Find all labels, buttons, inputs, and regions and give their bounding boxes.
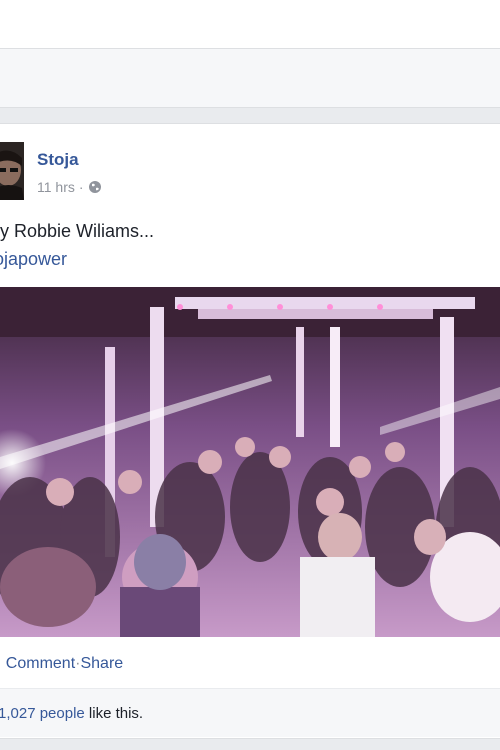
share-link[interactable]: Share xyxy=(80,655,123,672)
top-bar xyxy=(0,0,500,49)
composer-strip xyxy=(0,49,500,108)
post-text: ry Robbie Wiliams... xyxy=(0,221,155,241)
post-meta: 11 hrs · xyxy=(37,179,102,195)
meta-separator: · xyxy=(78,179,84,195)
likes-count-link[interactable]: 1,027 people xyxy=(0,705,85,722)
likes-text: 1,027 people like this. xyxy=(0,705,143,722)
post-hashtag[interactable]: ojapower xyxy=(0,249,67,270)
post-time[interactable]: 11 hrs xyxy=(37,179,75,195)
likes-summary: 1,027 people like this. xyxy=(0,688,500,737)
author-name[interactable]: Stoja xyxy=(37,150,79,170)
author-avatar[interactable] xyxy=(0,142,24,200)
actions-separator-lead: · xyxy=(0,655,1,672)
globe-icon[interactable] xyxy=(88,180,102,194)
post-photo[interactable] xyxy=(0,287,500,637)
post-actions: · Comment·Share xyxy=(0,655,123,673)
comment-link[interactable]: Comment xyxy=(6,655,75,672)
post-card: Stoja 11 hrs · ry Robbie Wiliams... ojap… xyxy=(0,123,500,739)
likes-suffix: like this. xyxy=(84,705,144,722)
